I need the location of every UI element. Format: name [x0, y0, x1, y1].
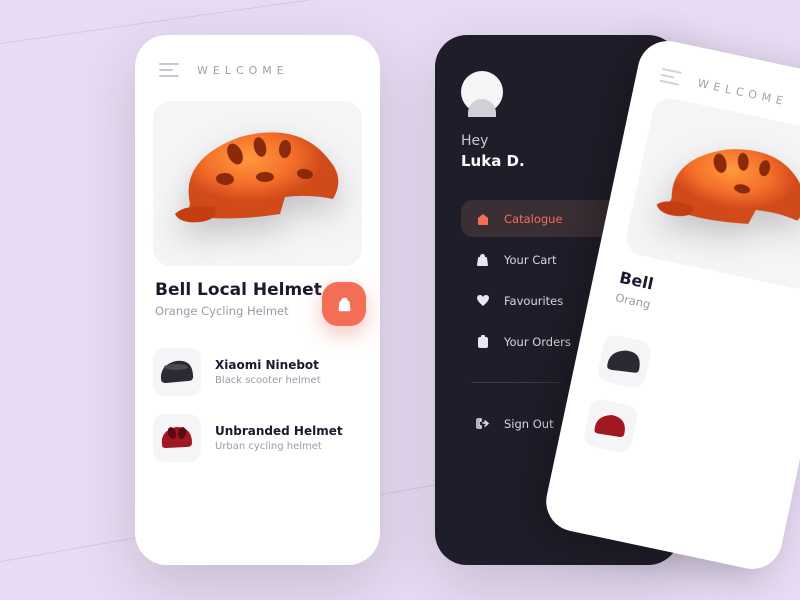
hero-image [623, 95, 800, 291]
menu-icon[interactable] [159, 63, 179, 77]
avatar[interactable] [461, 71, 503, 113]
helmet-black-icon [158, 357, 196, 387]
phone-drawer-screen: Hey Luka D. Catalogue Your Cart Favourit… [435, 35, 680, 565]
list-item[interactable]: Xiaomi Ninebot Black scooter helmet [153, 348, 362, 396]
helmet-black-icon [603, 343, 646, 380]
item-subtitle: Urban cycling helmet [215, 441, 343, 452]
item-title: Xiaomi Ninebot [215, 358, 321, 372]
header-title: WELCOME [697, 76, 789, 108]
helmet-red-icon [158, 423, 196, 453]
home-icon [475, 211, 490, 226]
header-bar: WELCOME [135, 35, 380, 93]
bag-icon [336, 296, 353, 313]
phone-catalogue-screen: WELCOME Bell Local Helmet Orange Cycling… [135, 35, 380, 565]
signout-icon [475, 416, 490, 431]
bag-icon [475, 252, 490, 267]
heart-icon [475, 293, 490, 308]
helmet-orange-icon [165, 119, 350, 249]
helmet-orange-icon [641, 119, 800, 269]
item-title: Unbranded Helmet [215, 424, 343, 438]
add-to-cart-button[interactable] [322, 282, 366, 326]
hero-image [153, 101, 362, 266]
hero-product-card[interactable]: Bell Local Helmet Orange Cycling Helmet [153, 101, 362, 318]
product-list: Xiaomi Ninebot Black scooter helmet Unbr… [135, 342, 380, 486]
nav-label: Your Orders [504, 335, 571, 349]
nav-label: Your Cart [504, 253, 557, 267]
nav-label: Sign Out [504, 417, 554, 431]
header-title: WELCOME [197, 64, 289, 77]
helmet-red-icon [589, 407, 632, 444]
nav-label: Favourites [504, 294, 563, 308]
menu-icon [659, 68, 681, 86]
product-thumbnail [153, 414, 201, 462]
nav-label: Catalogue [504, 212, 563, 226]
list-item[interactable]: Unbranded Helmet Urban cycling helmet [153, 414, 362, 462]
product-thumbnail [153, 348, 201, 396]
item-subtitle: Black scooter helmet [215, 375, 321, 386]
divider [471, 382, 561, 383]
clipboard-icon [475, 334, 490, 349]
